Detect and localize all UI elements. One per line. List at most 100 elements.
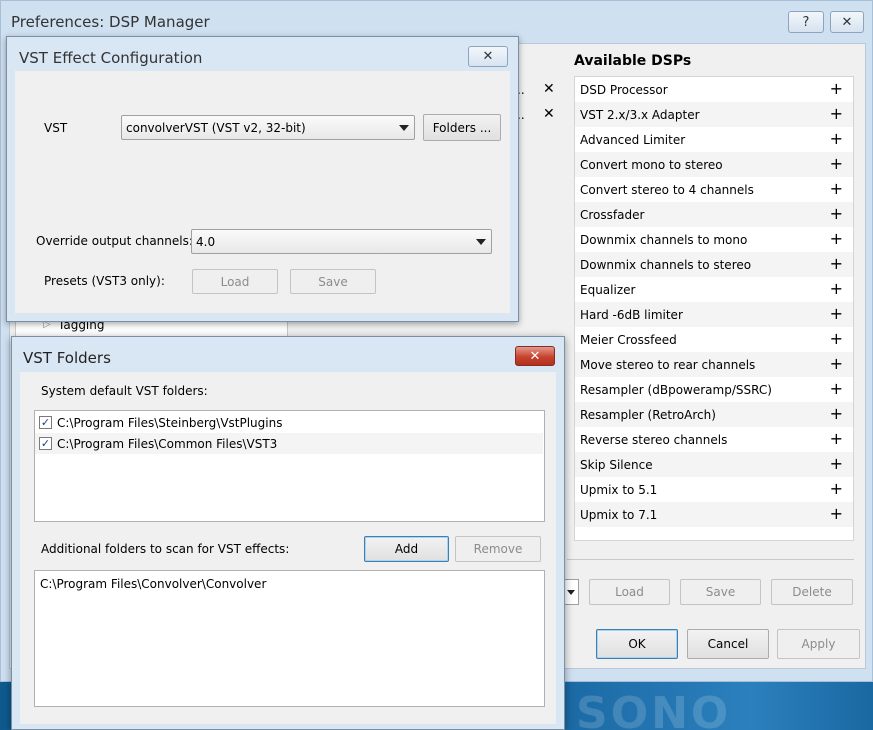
dropdown-arrow-icon bbox=[567, 590, 575, 595]
folder-checkbox[interactable]: ✓ bbox=[39, 437, 52, 450]
folder-checkbox[interactable]: ✓ bbox=[39, 416, 52, 429]
dsp-list-item[interactable]: Convert mono to stereo + bbox=[575, 152, 853, 177]
dsp-list-item[interactable]: Hard -6dB limiter + bbox=[575, 302, 853, 327]
add-dsp-icon[interactable]: + bbox=[830, 380, 843, 398]
ok-button[interactable]: OK bbox=[596, 629, 678, 659]
preset-delete-button[interactable]: Delete bbox=[771, 579, 853, 605]
dsp-name: DSD Processor bbox=[580, 82, 668, 97]
dsp-list-item[interactable]: Downmix channels to mono + bbox=[575, 227, 853, 252]
preset-save-button[interactable]: Save bbox=[290, 269, 376, 294]
add-dsp-icon[interactable]: + bbox=[830, 305, 843, 323]
window-close-button[interactable]: ✕ bbox=[830, 11, 864, 33]
dsp-name: Convert mono to stereo bbox=[580, 157, 723, 172]
dsp-list-item[interactable]: Move stereo to rear channels + bbox=[575, 352, 853, 377]
dsp-name: Equalizer bbox=[580, 282, 636, 297]
dsp-list-item[interactable]: Meier Crossfeed + bbox=[575, 327, 853, 352]
add-folder-button[interactable]: Add bbox=[364, 536, 449, 562]
add-dsp-icon[interactable]: + bbox=[830, 480, 843, 498]
add-dsp-icon[interactable]: + bbox=[830, 505, 843, 523]
override-channels-select[interactable]: 4.0 bbox=[191, 229, 492, 254]
additional-folder-row[interactable]: C:\Program Files\Convolver\Convolver bbox=[35, 573, 543, 594]
override-channels-value: 4.0 bbox=[196, 234, 216, 249]
dsp-name: Downmix channels to stereo bbox=[580, 257, 752, 272]
logo-text: SONO bbox=[576, 688, 732, 730]
separator bbox=[567, 559, 854, 560]
dsp-name: Hard -6dB limiter bbox=[580, 307, 683, 322]
remove-dsp-icon[interactable]: ✕ bbox=[543, 106, 555, 122]
folders-button[interactable]: Folders ... bbox=[423, 114, 501, 141]
available-dsps-heading: Available DSPs bbox=[574, 53, 692, 69]
add-dsp-icon[interactable]: + bbox=[830, 455, 843, 473]
background-logo: SONO bbox=[566, 682, 873, 730]
dsp-name: Resampler (RetroArch) bbox=[580, 407, 716, 422]
window-title: Preferences: DSP Manager bbox=[11, 13, 210, 31]
add-dsp-icon[interactable]: + bbox=[830, 130, 843, 148]
add-dsp-icon[interactable]: + bbox=[830, 430, 843, 448]
vst-select[interactable]: convolverVST (VST v2, 32-bit) bbox=[121, 115, 415, 140]
add-dsp-icon[interactable]: + bbox=[830, 405, 843, 423]
dsp-name: Downmix channels to mono bbox=[580, 232, 748, 247]
additional-folders-list[interactable]: C:\Program Files\Convolver\Convolver bbox=[34, 570, 545, 707]
add-dsp-icon[interactable]: + bbox=[830, 230, 843, 248]
vst-effect-config-dialog: VST Effect Configuration ✕ VST convolver… bbox=[6, 36, 519, 322]
vst-select-value: convolverVST (VST v2, 32-bit) bbox=[126, 120, 306, 135]
dsp-list-item[interactable]: Equalizer + bbox=[575, 277, 853, 302]
folder-path: C:\Program Files\Common Files\VST3 bbox=[57, 436, 278, 451]
dialog-close-button[interactable]: ✕ bbox=[468, 46, 508, 67]
dsp-list-item[interactable]: Crossfader + bbox=[575, 202, 853, 227]
folder-path: C:\Program Files\Convolver\Convolver bbox=[40, 576, 267, 591]
dsp-name: Skip Silence bbox=[580, 457, 653, 472]
dsp-list-item[interactable]: Downmix channels to stereo + bbox=[575, 252, 853, 277]
dsp-name: Move stereo to rear channels bbox=[580, 357, 756, 372]
add-dsp-icon[interactable]: + bbox=[830, 355, 843, 373]
dialog-client-area: VST convolverVST (VST v2, 32-bit) Folder… bbox=[15, 71, 510, 313]
apply-button[interactable]: Apply bbox=[777, 629, 860, 659]
add-dsp-icon[interactable]: + bbox=[830, 80, 843, 98]
folder-path: C:\Program Files\Steinberg\VstPlugins bbox=[57, 415, 283, 430]
dsp-list-item[interactable]: Advanced Limiter + bbox=[575, 127, 853, 152]
add-dsp-icon[interactable]: + bbox=[830, 155, 843, 173]
add-dsp-icon[interactable]: + bbox=[830, 105, 843, 123]
system-folder-row[interactable]: ✓ C:\Program Files\Common Files\VST3 bbox=[35, 433, 543, 454]
add-dsp-icon[interactable]: + bbox=[830, 205, 843, 223]
vst-folders-dialog: VST Folders ✕ System default VST folders… bbox=[11, 336, 565, 730]
dialog-title: VST Folders bbox=[23, 349, 111, 367]
remove-dsp-icon[interactable]: ✕ bbox=[543, 81, 555, 97]
dsp-name: Crossfader bbox=[580, 207, 645, 222]
dropdown-arrow-icon bbox=[399, 124, 409, 131]
remove-folder-button[interactable]: Remove bbox=[455, 536, 541, 562]
dsp-list-item[interactable]: Convert stereo to 4 channels + bbox=[575, 177, 853, 202]
system-folder-row[interactable]: ✓ C:\Program Files\Steinberg\VstPlugins bbox=[35, 412, 543, 433]
dsp-name: Convert stereo to 4 channels bbox=[580, 182, 754, 197]
dsp-list-item[interactable]: VST 2.x/3.x Adapter + bbox=[575, 102, 853, 127]
vst-label: VST bbox=[44, 121, 68, 135]
dsp-name: Meier Crossfeed bbox=[580, 332, 677, 347]
dsp-list-item[interactable]: Upmix to 7.1 + bbox=[575, 502, 853, 527]
preset-load-button[interactable]: Load bbox=[192, 269, 278, 294]
dsp-list-item[interactable]: DSD Processor + bbox=[575, 77, 853, 102]
dsp-list-item[interactable]: Upmix to 5.1 + bbox=[575, 477, 853, 502]
dsp-list-item[interactable]: Resampler (dBpoweramp/SSRC) + bbox=[575, 377, 853, 402]
dsp-name: Advanced Limiter bbox=[580, 132, 686, 147]
add-dsp-icon[interactable]: + bbox=[830, 280, 843, 298]
dsp-list-item[interactable]: Skip Silence + bbox=[575, 452, 853, 477]
add-dsp-icon[interactable]: + bbox=[830, 255, 843, 273]
add-dsp-icon[interactable]: + bbox=[830, 330, 843, 348]
additional-folders-label: Additional folders to scan for VST effec… bbox=[41, 542, 290, 556]
preset-load-button[interactable]: Load bbox=[589, 579, 670, 605]
dialog-close-button[interactable]: ✕ bbox=[515, 346, 555, 366]
dialog-client-area: System default VST folders: ✓ C:\Program … bbox=[20, 372, 556, 724]
cancel-button[interactable]: Cancel bbox=[687, 629, 769, 659]
add-dsp-icon[interactable]: + bbox=[830, 180, 843, 198]
dsp-list-item[interactable]: Resampler (RetroArch) + bbox=[575, 402, 853, 427]
system-folders-list[interactable]: ✓ C:\Program Files\Steinberg\VstPlugins ✓ C… bbox=[34, 410, 545, 522]
available-dsps-list[interactable]: DSD Processor + VST 2.x/3.x Adapter + Advanc… bbox=[574, 76, 854, 541]
preset-dropdown-fragment[interactable] bbox=[565, 579, 579, 605]
preset-save-button[interactable]: Save bbox=[680, 579, 761, 605]
system-folders-label: System default VST folders: bbox=[41, 384, 208, 398]
dsp-list-item[interactable]: Reverse stereo channels + bbox=[575, 427, 853, 452]
dsp-name: Upmix to 5.1 bbox=[580, 482, 658, 497]
dsp-name: VST 2.x/3.x Adapter bbox=[580, 107, 700, 122]
help-button[interactable]: ? bbox=[788, 11, 824, 33]
dropdown-arrow-icon bbox=[476, 238, 486, 245]
